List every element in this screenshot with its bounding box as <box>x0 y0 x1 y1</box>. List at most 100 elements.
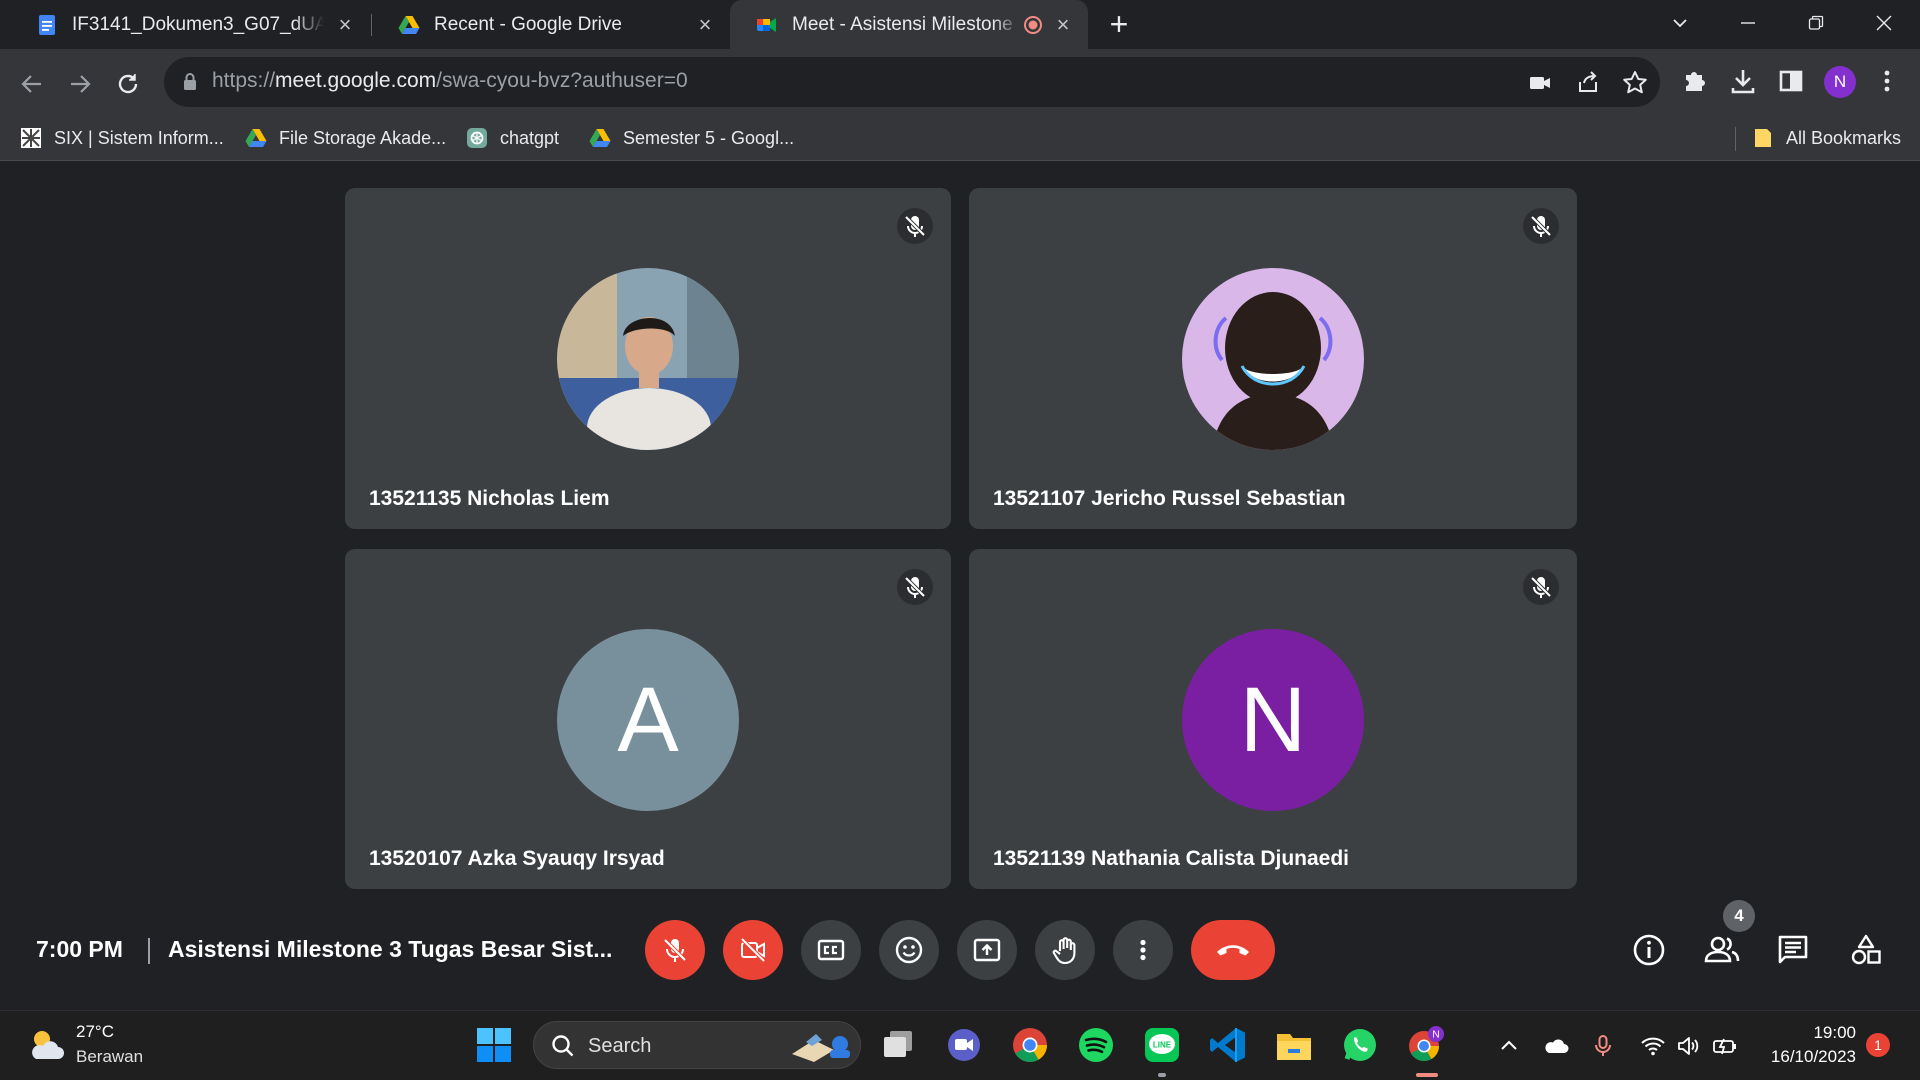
forward-button[interactable] <box>60 62 100 102</box>
reload-button[interactable] <box>108 62 148 102</box>
more-vertical-icon[interactable] <box>1872 66 1902 96</box>
profile-photo-icon <box>1182 268 1364 450</box>
file-explorer-icon[interactable] <box>1274 1025 1314 1065</box>
meeting-title[interactable]: Asistensi Milestone 3 Tugas Besar Sist..… <box>168 936 618 963</box>
bookmark-file-storage[interactable]: File Storage Akade... <box>245 115 446 161</box>
reactions-button[interactable] <box>879 920 939 980</box>
raise-hand-button[interactable] <box>1035 920 1095 980</box>
task-view-icon[interactable] <box>878 1025 918 1065</box>
activities-button[interactable] <box>1844 928 1888 972</box>
minimize-button[interactable] <box>1718 0 1778 44</box>
taskbar-search[interactable]: Search <box>533 1021 861 1069</box>
svg-text:N: N <box>1432 1030 1439 1041</box>
close-icon[interactable]: × <box>694 13 716 36</box>
address-bar[interactable]: https://meet.google.com/swa-cyou-bvz?aut… <box>164 57 1660 107</box>
divider <box>148 938 150 964</box>
close-window-button[interactable] <box>1854 0 1914 44</box>
avatar <box>1182 268 1364 450</box>
weather-temperature[interactable]: 27°C <box>76 1022 114 1042</box>
participant-name: 13521139 Nathania Calista Djunaedi <box>993 847 1350 870</box>
captions-button[interactable] <box>801 920 861 980</box>
onedrive-cloud-icon[interactable] <box>1543 1033 1569 1059</box>
mic-off-indicator <box>1523 208 1559 244</box>
google-drive-icon <box>589 129 611 147</box>
bookmark-label: File Storage Akade... <box>279 127 447 148</box>
arrow-left-icon <box>21 75 41 93</box>
chrome-profile-icon[interactable]: N <box>1406 1025 1446 1065</box>
tab-docs[interactable]: IF3141_Dokumen3_G07_dUAR ada × <box>10 0 370 49</box>
weather-condition[interactable]: Berawan <box>76 1047 143 1067</box>
meet-controls-bar: 7:00 PM Asistensi Milestone 3 Tugas Besa… <box>0 900 1920 1010</box>
whatsapp-icon[interactable] <box>1340 1025 1380 1065</box>
search-highlight-icon <box>792 1034 850 1062</box>
present-to-all-icon <box>973 938 1001 962</box>
bookmark-semester-5[interactable]: Semester 5 - Googl... <box>589 115 794 161</box>
volume-icon[interactable] <box>1676 1033 1702 1059</box>
notification-badge[interactable]: 1 <box>1866 1033 1890 1057</box>
line-icon[interactable]: LINE <box>1142 1025 1182 1065</box>
windows-start-icon[interactable] <box>474 1025 514 1065</box>
tab-search-button[interactable] <box>1650 0 1710 44</box>
back-button[interactable] <box>12 62 52 102</box>
chrome-icon[interactable] <box>1010 1025 1050 1065</box>
all-bookmarks-button[interactable]: All Bookmarks <box>1752 115 1901 161</box>
avatar: A <box>557 629 739 811</box>
vscode-icon[interactable] <box>1208 1025 1248 1065</box>
url-text[interactable]: https://meet.google.com/swa-cyou-bvz?aut… <box>212 69 688 93</box>
profile-avatar[interactable]: N <box>1824 66 1856 98</box>
microphone-in-use-icon[interactable] <box>1590 1033 1616 1059</box>
google-drive-icon <box>398 15 420 34</box>
taskbar-clock[interactable]: 19:00 16/10/2023 <box>1760 1021 1856 1069</box>
more-options-button[interactable] <box>1113 920 1173 980</box>
tab-meet[interactable]: Meet - Asistensi Milestone 3 × <box>730 0 1088 49</box>
closed-captions-icon <box>817 939 845 961</box>
shapes-icon <box>1851 934 1881 965</box>
close-icon <box>1876 15 1892 31</box>
share-icon[interactable] <box>1574 69 1602 97</box>
mic-off-icon <box>1530 576 1552 598</box>
teams-chat-icon[interactable] <box>944 1025 984 1065</box>
search-icon <box>552 1035 574 1057</box>
wifi-icon[interactable] <box>1640 1033 1666 1059</box>
participant-tile[interactable]: 13521135 Nicholas Liem <box>345 188 951 529</box>
info-icon <box>1633 934 1665 966</box>
camera-in-use-icon[interactable] <box>1526 69 1554 97</box>
people-button[interactable] <box>1700 928 1744 972</box>
bookmark-six[interactable]: SIX | Sistem Inform... <box>20 115 224 161</box>
participant-tile[interactable]: N 13521139 Nathania Calista Djunaedi <box>969 549 1577 889</box>
microphone-toggle-button[interactable] <box>645 920 705 980</box>
bookmark-chatgpt[interactable]: chatgpt <box>466 115 559 161</box>
close-icon[interactable]: × <box>334 13 356 36</box>
spotify-icon[interactable] <box>1076 1025 1116 1065</box>
tab-title: IF3141_Dokumen3_G07_dUAR ada <box>72 13 324 35</box>
star-icon[interactable] <box>1621 69 1649 97</box>
extensions-icon[interactable] <box>1680 66 1710 96</box>
google-docs-icon <box>39 14 55 35</box>
present-screen-button[interactable] <box>957 920 1017 980</box>
participant-tile[interactable]: 13521107 Jericho Russel Sebastian <box>969 188 1577 529</box>
search-placeholder: Search <box>588 1035 652 1057</box>
camera-toggle-button[interactable] <box>723 920 783 980</box>
battery-charging-icon[interactable] <box>1712 1033 1738 1059</box>
chevron-up-icon[interactable] <box>1496 1033 1522 1059</box>
weather-partly-cloudy-icon[interactable] <box>26 1025 66 1065</box>
browser-toolbar: https://meet.google.com/swa-cyou-bvz?aut… <box>0 49 1920 115</box>
video-off-icon <box>740 937 766 963</box>
download-icon[interactable] <box>1728 66 1758 96</box>
tab-drive[interactable]: Recent - Google Drive × <box>372 0 730 49</box>
mic-off-icon <box>904 215 926 237</box>
participant-tile[interactable]: A 13520107 Azka Syauqy Irsyad <box>345 549 951 889</box>
restore-button[interactable] <box>1786 0 1846 44</box>
meeting-details-button[interactable] <box>1627 928 1671 972</box>
new-tab-button[interactable]: + <box>1102 8 1136 42</box>
participant-name: 13521135 Nicholas Liem <box>369 487 610 510</box>
close-icon[interactable]: × <box>1052 13 1074 36</box>
chat-button[interactable] <box>1771 928 1815 972</box>
side-panel-icon[interactable] <box>1776 66 1806 96</box>
more-vertical-icon <box>1140 939 1146 961</box>
folder-icon <box>1755 129 1771 147</box>
lock-icon[interactable] <box>182 72 198 92</box>
avatar: N <box>1182 629 1364 811</box>
url-scheme: https:// <box>212 69 276 92</box>
leave-call-button[interactable] <box>1191 920 1275 980</box>
